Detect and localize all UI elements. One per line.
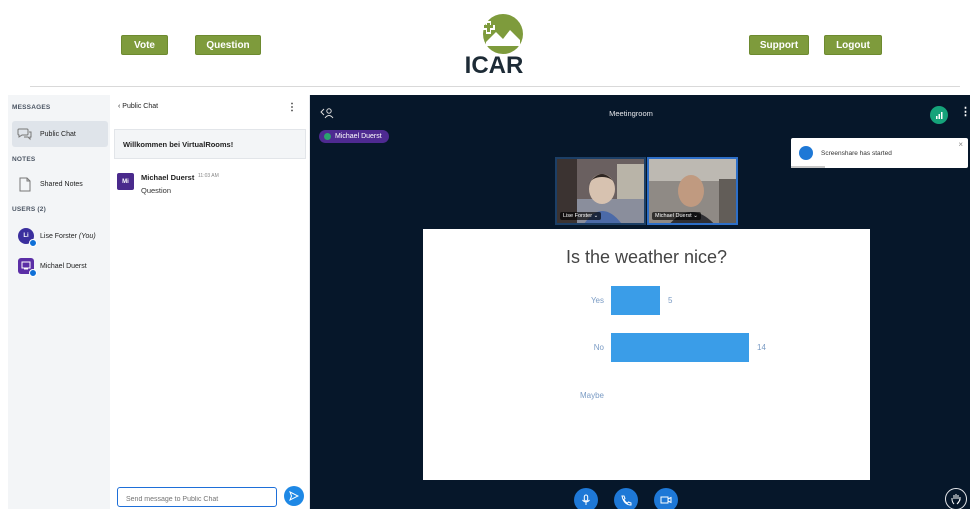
message-time: 11:03 AM xyxy=(198,173,219,179)
user-item[interactable]: Li Lise Forster (You) xyxy=(12,223,108,249)
camera-button[interactable] xyxy=(654,488,678,509)
raise-hand-button[interactable] xyxy=(945,488,967,509)
microphone-icon xyxy=(324,133,331,140)
poll-bar xyxy=(611,286,660,315)
public-chat-label: Public Chat xyxy=(40,130,76,138)
camera-icon xyxy=(660,496,672,504)
logout-button[interactable]: Logout xyxy=(824,35,882,55)
room-title: Meetingroom xyxy=(609,109,653,118)
question-button[interactable]: Question xyxy=(195,35,261,55)
message-author: Michael Duerst xyxy=(141,173,195,182)
poll-option-label: Yes xyxy=(590,296,604,305)
voice-status-icon xyxy=(29,269,37,277)
document-icon xyxy=(16,175,34,193)
toast-progress xyxy=(791,166,825,168)
microphone-icon xyxy=(582,494,590,505)
users-heading: USERS (2) xyxy=(12,206,46,213)
chat-bubbles-icon xyxy=(16,125,34,143)
user-item[interactable]: Michael Duerst xyxy=(12,253,108,279)
user-name: Lise Forster xyxy=(40,232,77,240)
video-tile[interactable]: Lise Forster ⌄ xyxy=(555,157,646,225)
icar-logo[interactable]: ICAR xyxy=(458,12,530,76)
site-header: Vote Question ICAR Support Logout xyxy=(0,0,970,95)
chevron-left-icon: ‹ xyxy=(118,103,121,110)
video-tile[interactable]: Michael Duerst ⌄ xyxy=(647,157,738,225)
screenshare-icon xyxy=(799,146,813,160)
user-you-tag: (You) xyxy=(78,232,96,240)
voice-status-icon xyxy=(29,239,37,247)
phone-icon xyxy=(621,495,632,506)
message-avatar: Mi xyxy=(117,173,134,190)
support-button[interactable]: Support xyxy=(749,35,809,55)
presenter-name: Michael Duerst xyxy=(335,133,382,140)
poll-option-label: No xyxy=(593,343,604,352)
shared-notes-label: Shared Notes xyxy=(40,180,83,188)
app-root: Vote Question ICAR Support Logout MESSAG… xyxy=(0,0,970,509)
send-icon xyxy=(289,491,299,501)
chat-options-icon[interactable]: ⋮ xyxy=(287,102,297,113)
poll-vote-count: 14 xyxy=(757,343,766,352)
vote-button[interactable]: Vote xyxy=(121,35,168,55)
presentation-slide: Is the weather nice? Yes 5 No 14 Maybe xyxy=(423,229,870,480)
chat-message-input[interactable] xyxy=(117,487,277,507)
avatar-initials: Li xyxy=(23,233,29,239)
presenter-badge: Michael Duerst xyxy=(319,130,389,143)
chat-title: Public Chat xyxy=(122,103,159,110)
raise-hand-icon xyxy=(951,494,961,505)
screenshare-toast: Screenshare has started × xyxy=(791,138,968,168)
video-name-label: Michael Duerst ⌄ xyxy=(652,212,701,220)
sidebar-item-shared-notes[interactable]: Shared Notes xyxy=(12,171,108,197)
user-list-sidebar: MESSAGES Public Chat NOTES Shared Notes … xyxy=(8,95,110,509)
logo-text: ICAR xyxy=(465,52,524,76)
chat-back-link[interactable]: ‹ Public Chat xyxy=(118,103,158,110)
welcome-message: Willkommen bei VirtualRooms! xyxy=(114,129,306,159)
message-text: Question xyxy=(141,186,172,195)
phone-button[interactable] xyxy=(614,488,638,509)
user-name: Michael Duerst xyxy=(40,262,87,270)
room-options-icon[interactable]: ⋮ xyxy=(960,105,970,118)
poll-question: Is the weather nice? xyxy=(565,247,728,267)
sidebar-item-public-chat[interactable]: Public Chat xyxy=(12,121,108,147)
close-icon[interactable]: × xyxy=(958,140,963,149)
video-name-label: Lise Forster ⌄ xyxy=(560,212,602,220)
poll-option-label: Maybe xyxy=(579,391,604,400)
header-divider xyxy=(30,86,960,87)
notes-heading: NOTES xyxy=(12,156,36,163)
poll-vote-count: 5 xyxy=(668,296,673,305)
meeting-room: Meetingroom ⋮ Michael Duerst Lise Forste… xyxy=(310,95,970,509)
avatar: Li xyxy=(18,228,37,247)
connection-status-icon[interactable] xyxy=(930,106,948,124)
avatar xyxy=(18,258,37,277)
public-chat-panel: ‹ Public Chat ⋮ Willkommen bei VirtualRo… xyxy=(110,95,310,509)
microphone-button[interactable] xyxy=(574,488,598,509)
poll-bar xyxy=(611,333,749,362)
messages-heading: MESSAGES xyxy=(12,104,51,111)
toast-text: Screenshare has started xyxy=(821,150,892,157)
send-button[interactable] xyxy=(284,486,304,506)
